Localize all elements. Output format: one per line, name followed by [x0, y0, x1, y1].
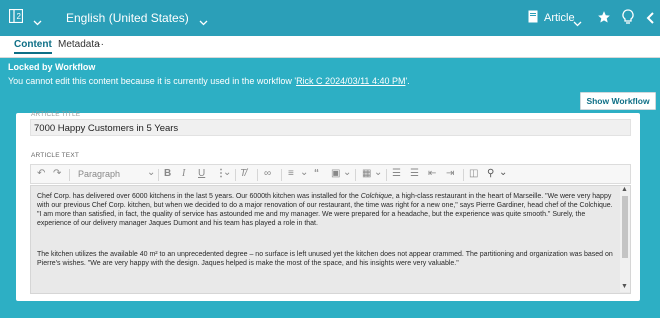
toolbar-divider [355, 169, 356, 181]
article-text-editor[interactable]: Chef Corp. has delivered over 6000 kitch… [30, 185, 631, 294]
doc-type-selector[interactable]: Article [544, 12, 575, 24]
paragraph-1-start: Chef Corp. has delivered over 6000 kitch… [37, 193, 361, 200]
paste-icon[interactable]: ◫ [469, 168, 478, 179]
align-chevron-down-icon[interactable]: ⌄ [300, 167, 308, 178]
star-icon[interactable] [597, 10, 611, 29]
scrollbar-thumb[interactable] [622, 196, 628, 258]
paragraph-chevron-down-icon[interactable]: ⌄ [147, 167, 155, 178]
clear-formatting-icon[interactable]: T̸ [240, 168, 246, 179]
find-chevron-down-icon[interactable]: ⌄ [499, 167, 507, 178]
editor-toolbar: ↶ ↷ Paragraph ⌄ B I U ⋮ ⌄ T̸ ∞ ≡ ⌄ “ ▣ ⌄… [30, 164, 631, 184]
toolbar-divider [281, 169, 282, 181]
scroll-down-icon[interactable]: ▼ [621, 283, 628, 290]
toolbar-divider [158, 169, 159, 181]
top-bar: 2 English (United States) Article [0, 0, 660, 36]
redo-icon[interactable]: ↷ [53, 168, 61, 179]
banner-message-text: You cannot edit this content because it … [8, 76, 297, 86]
language-selector[interactable]: English (United States) [66, 11, 189, 25]
paragraph-2: The kitchen utilizes the available 40 m²… [37, 251, 613, 267]
lightbulb-icon[interactable] [622, 9, 634, 30]
table-chevron-down-icon[interactable]: ⌄ [374, 167, 382, 178]
outdent-icon[interactable]: ⇤ [428, 168, 436, 179]
paragraph-style-select[interactable]: Paragraph [78, 169, 120, 179]
toolbar-divider [69, 169, 70, 181]
show-workflow-button[interactable]: Show Workflow [580, 92, 656, 110]
formatting-chevron-down-icon[interactable]: ⌄ [223, 167, 231, 178]
article-title-field[interactable]: 7000 Happy Customers in 5 Years [30, 119, 631, 136]
tab-more-menu[interactable]: ··· [94, 39, 104, 50]
tab-bar: Content Metadata ··· [0, 36, 660, 58]
link-icon[interactable]: ∞ [264, 168, 271, 179]
italic-icon[interactable]: I [182, 168, 185, 179]
table-icon[interactable]: ▦ [362, 168, 371, 179]
toolbar-divider [257, 169, 258, 181]
indent-icon[interactable]: ⇥ [446, 168, 454, 179]
bulleted-list-icon[interactable]: ☰ [410, 168, 419, 179]
restaurant-name: Colchique [360, 193, 392, 200]
undo-icon[interactable]: ↶ [37, 168, 45, 179]
paragraph-1: Chef Corp. has delivered over 6000 kitch… [37, 192, 614, 228]
article-type-icon [528, 10, 538, 28]
banner-message: You cannot edit this content because it … [8, 76, 410, 86]
text-label: ARTICLE TEXT [31, 152, 80, 159]
scroll-up-icon[interactable]: ▲ [621, 186, 628, 193]
blockquote-icon[interactable]: “ [314, 168, 319, 179]
bold-icon[interactable]: B [164, 168, 171, 179]
toolbar-divider [463, 169, 464, 181]
workflow-link[interactable]: Rick C 2024/03/11 4:40 PM [296, 76, 405, 86]
tab-content[interactable]: Content [14, 39, 52, 54]
find-icon[interactable]: ⚲ [487, 168, 494, 179]
toolbar-divider [235, 169, 236, 181]
chevron-down-icon[interactable] [33, 13, 42, 31]
svg-text:2: 2 [17, 12, 22, 21]
title-label: ARTICLE TITLE [31, 111, 81, 118]
numbered-list-icon[interactable]: ☰ [392, 168, 401, 179]
insert-image-icon[interactable]: ▣ [331, 168, 340, 179]
panel-toggle-icon[interactable]: 2 [8, 8, 24, 28]
language-chevron-down-icon[interactable] [199, 13, 208, 31]
underline-icon[interactable]: U [198, 168, 205, 179]
banner-title: Locked by Workflow [8, 62, 96, 72]
image-chevron-down-icon[interactable]: ⌄ [343, 167, 351, 178]
collapse-chevron-left-icon[interactable] [646, 11, 654, 29]
align-icon[interactable]: ≡ [288, 168, 294, 179]
doc-type-chevron-down-icon[interactable] [573, 14, 582, 32]
toolbar-divider [386, 169, 387, 181]
banner-message-end: '. [405, 76, 410, 86]
lock-banner: Locked by Workflow You cannot edit this … [0, 58, 660, 113]
